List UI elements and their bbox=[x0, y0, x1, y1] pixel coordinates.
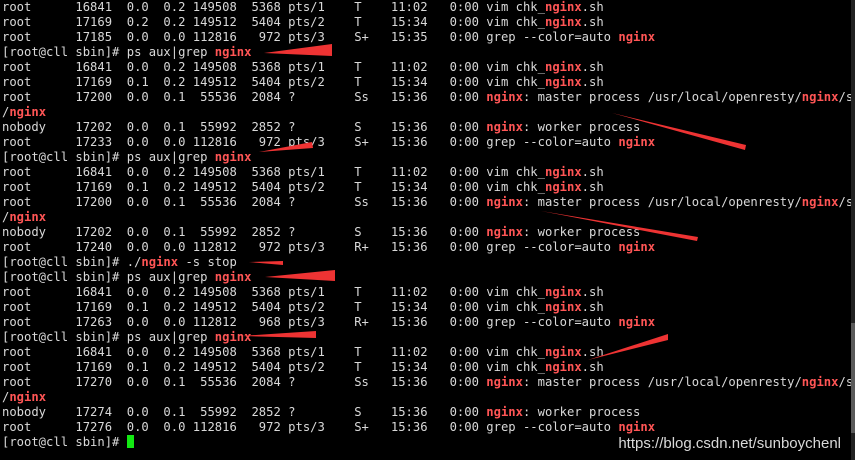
terminal-line: root 17169 0.1 0.2 149512 5404 pts/2 T 1… bbox=[2, 360, 604, 374]
highlighted-match: nginx bbox=[618, 420, 656, 434]
terminal-line: [root@cll sbin]# ps aux|grep nginx bbox=[2, 150, 252, 164]
terminal-line: nobody 17274 0.0 0.1 55992 2852 ? S 15:3… bbox=[2, 405, 641, 419]
terminal-line: nobody 17202 0.0 0.1 55992 2852 ? S 15:3… bbox=[2, 120, 641, 134]
terminal-line: root 17240 0.0 0.0 112812 972 pts/3 R+ 1… bbox=[2, 240, 656, 254]
terminal-line: root 17276 0.0 0.0 112816 972 pts/3 S+ 1… bbox=[2, 420, 656, 434]
highlighted-match: nginx bbox=[9, 390, 47, 404]
terminal-line: root 16841 0.0 0.2 149508 5368 pts/1 T 1… bbox=[2, 0, 604, 14]
terminal-line: [root@cll sbin]# ps aux|grep nginx bbox=[2, 330, 252, 344]
terminal-line: root 17185 0.0 0.0 112816 972 pts/3 S+ 1… bbox=[2, 30, 656, 44]
highlighted-match: nginx bbox=[618, 315, 656, 329]
vertical-scrollbar[interactable] bbox=[851, 0, 855, 460]
terminal-line: root 16841 0.0 0.2 149508 5368 pts/1 T 1… bbox=[2, 345, 604, 359]
terminal-line: root 17233 0.0 0.0 112816 972 pts/3 S+ 1… bbox=[2, 135, 656, 149]
terminal-line: /nginx bbox=[2, 210, 47, 224]
highlighted-match: nginx bbox=[486, 405, 523, 419]
highlighted-match: nginx bbox=[214, 150, 252, 164]
highlighted-match: nginx bbox=[618, 135, 656, 149]
terminal-line: root 17263 0.0 0.0 112812 968 pts/3 R+ 1… bbox=[2, 315, 656, 329]
terminal-line: root 16841 0.0 0.2 149508 5368 pts/1 T 1… bbox=[2, 165, 604, 179]
highlighted-match: nginx bbox=[214, 45, 252, 59]
highlighted-match: nginx bbox=[141, 255, 179, 269]
watermark-text: https://blog.csdn.net/sunboychenl bbox=[618, 435, 841, 452]
terminal-line: [root@cll sbin]# ps aux|grep nginx bbox=[2, 45, 252, 59]
highlighted-match: nginx bbox=[618, 240, 656, 254]
terminal-line: [root@cll sbin]# ./nginx -s stop bbox=[2, 255, 237, 269]
terminal-line: /nginx bbox=[2, 105, 47, 119]
terminal-line: /nginx bbox=[2, 390, 47, 404]
highlighted-match: nginx bbox=[486, 225, 523, 239]
highlighted-match: nginx bbox=[544, 285, 582, 299]
terminal-line: root 17169 0.1 0.2 149512 5404 pts/2 T 1… bbox=[2, 180, 604, 194]
highlighted-match: nginx bbox=[9, 105, 47, 119]
highlighted-match: nginx bbox=[544, 300, 582, 314]
highlighted-match: nginx bbox=[544, 360, 582, 374]
highlighted-match: nginx bbox=[486, 120, 523, 134]
highlighted-match: nginx bbox=[486, 375, 523, 389]
highlighted-match: nginx bbox=[544, 165, 582, 179]
terminal-line: root 17169 0.1 0.2 149512 5404 pts/2 T 1… bbox=[2, 300, 604, 314]
terminal-line: [root@cll sbin]# bbox=[2, 435, 134, 450]
highlighted-match: nginx bbox=[544, 15, 582, 29]
terminal-cursor bbox=[126, 435, 134, 448]
highlighted-match: nginx bbox=[486, 195, 523, 209]
highlighted-match: nginx bbox=[544, 75, 582, 89]
highlighted-match: nginx bbox=[544, 345, 582, 359]
terminal-line: root 16841 0.0 0.2 149508 5368 pts/1 T 1… bbox=[2, 60, 604, 74]
highlighted-match: nginx bbox=[801, 90, 839, 104]
highlighted-match: nginx bbox=[214, 330, 252, 344]
highlighted-match: nginx bbox=[544, 180, 582, 194]
terminal-window[interactable]: root 16841 0.0 0.2 149508 5368 pts/1 T 1… bbox=[0, 0, 855, 460]
terminal-line: root 17169 0.2 0.2 149512 5404 pts/2 T 1… bbox=[2, 15, 604, 29]
terminal-line: root 17169 0.1 0.2 149512 5404 pts/2 T 1… bbox=[2, 75, 604, 89]
highlighted-match: nginx bbox=[801, 195, 839, 209]
terminal-line: root 17200 0.0 0.1 55536 2084 ? Ss 15:36… bbox=[2, 90, 855, 104]
highlighted-match: nginx bbox=[618, 30, 656, 44]
terminal-line: root 17270 0.0 0.1 55536 2084 ? Ss 15:36… bbox=[2, 375, 855, 389]
scrollbar-thumb[interactable] bbox=[851, 323, 855, 433]
highlighted-match: nginx bbox=[486, 90, 523, 104]
highlighted-match: nginx bbox=[544, 60, 582, 74]
highlighted-match: nginx bbox=[801, 375, 839, 389]
terminal-line: root 17200 0.0 0.1 55536 2084 ? Ss 15:36… bbox=[2, 195, 855, 209]
terminal-line: root 16841 0.0 0.2 149508 5368 pts/1 T 1… bbox=[2, 285, 604, 299]
highlighted-match: nginx bbox=[214, 270, 252, 284]
terminal-line: [root@cll sbin]# ps aux|grep nginx bbox=[2, 270, 252, 284]
highlighted-match: nginx bbox=[544, 0, 582, 14]
highlighted-match: nginx bbox=[9, 210, 47, 224]
terminal-line: nobody 17202 0.0 0.1 55992 2852 ? S 15:3… bbox=[2, 225, 641, 239]
